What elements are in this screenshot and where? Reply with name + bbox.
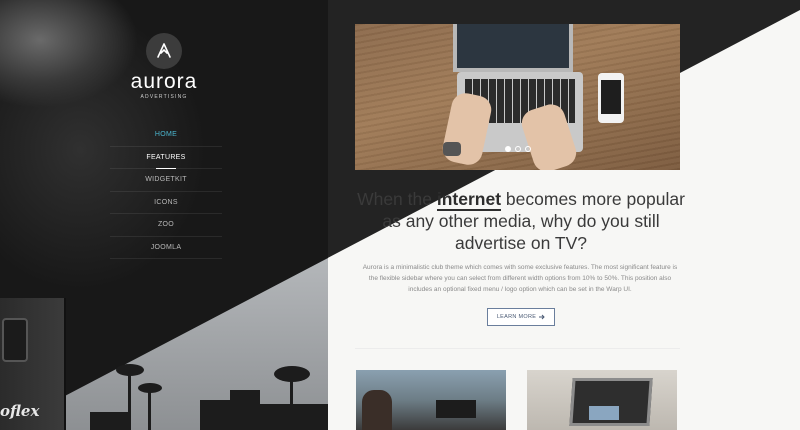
aurora-logo-icon [157, 43, 171, 58]
nav-item-zoo[interactable]: ZOO [110, 214, 222, 237]
learn-more-button[interactable]: LEARN MORE [487, 308, 555, 326]
headline-emphasis: internet [436, 189, 502, 211]
slider-dots [505, 146, 531, 152]
nav-item-features[interactable]: FEATURES [110, 147, 222, 169]
laptop-screen [453, 24, 573, 72]
sidebar: oflex aurora ADVERTISING HOME FEATURES W… [0, 0, 328, 430]
thumbnail-piano [436, 400, 476, 418]
thumbnail-person [362, 390, 392, 430]
section-divider [355, 348, 680, 349]
brand-tagline: ADVERTISING [140, 94, 188, 100]
thumbnail-laptop-display [589, 406, 619, 420]
hero-slider[interactable] [355, 24, 680, 170]
slider-dot-1[interactable] [505, 146, 511, 152]
thumbnail-photographer[interactable] [356, 370, 506, 430]
brand-name[interactable]: aurora [120, 70, 208, 94]
slider-dot-3[interactable] [525, 146, 531, 152]
main-nav: HOME FEATURES WIDGETKIT ICONS ZOO JOOMLA [110, 124, 222, 259]
watch [443, 142, 461, 156]
nav-item-widgetkit[interactable]: WIDGETKIT [110, 169, 222, 192]
nav-item-home[interactable]: HOME [110, 124, 222, 147]
smartphone [598, 73, 624, 123]
logo-icon[interactable] [146, 33, 182, 69]
slider-dot-2[interactable] [515, 146, 521, 152]
intro-paragraph: Aurora is a minimalistic club theme whic… [362, 264, 678, 293]
nav-item-icons[interactable]: ICONS [110, 192, 222, 214]
camera-label: oflex [0, 402, 40, 420]
nav-item-joomla[interactable]: JOOMLA [110, 237, 222, 259]
headline-lead: When the [357, 189, 432, 209]
page-headline: When the internet becomes more popular a… [355, 188, 687, 254]
camera-lens [2, 318, 28, 362]
thumbnail-laptop[interactable] [527, 370, 677, 430]
arrow-right-icon [539, 314, 545, 320]
learn-more-label: LEARN MORE [496, 314, 537, 320]
